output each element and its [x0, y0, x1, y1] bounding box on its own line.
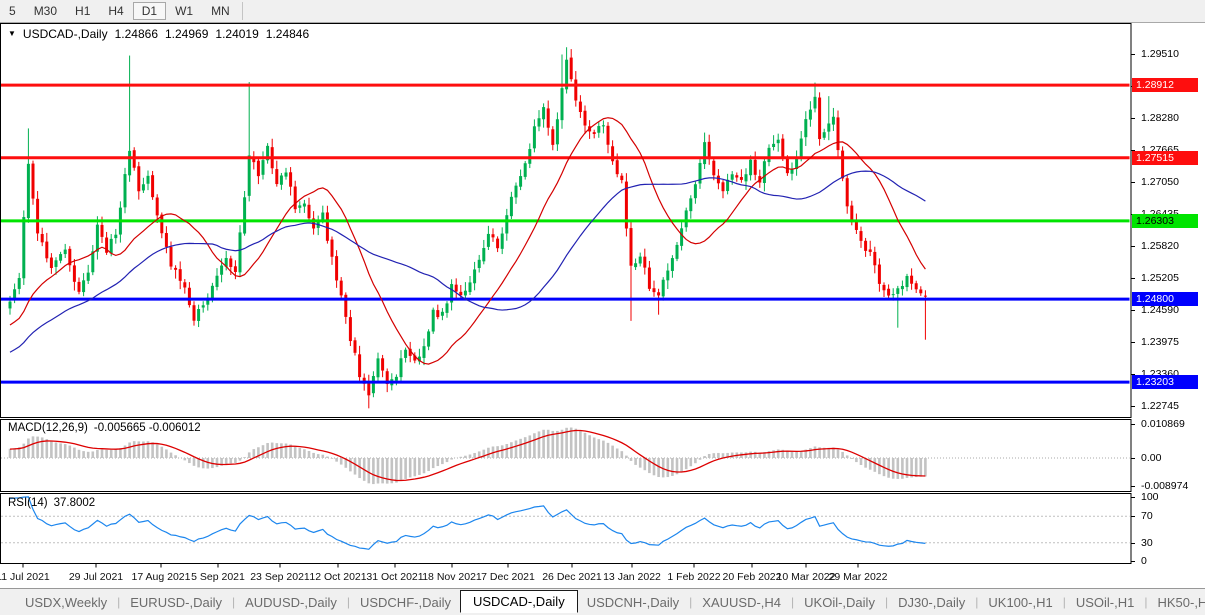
date-axis-label: 29 Jul 2021: [68, 571, 124, 583]
tab-uk100-h1[interactable]: UK100-,H1: [979, 592, 1061, 613]
chevron-down-icon: ▼: [8, 28, 16, 38]
tab-eurusd-daily[interactable]: EURUSD-,Daily: [121, 592, 231, 613]
chart-window[interactable]: ▼ USDCAD-,Daily 1.24866 1.24969 1.24019 …: [0, 23, 1205, 588]
date-axis-label: 29 Mar 2022: [828, 571, 888, 583]
tab-usdx-weekly[interactable]: USDX,Weekly: [16, 592, 116, 613]
ohlc-close: 1.24846: [265, 27, 310, 41]
tab-ukoil-daily[interactable]: UKOil-,Daily: [795, 592, 884, 613]
tab-hk50-h1[interactable]: HK50-,H1: [1148, 592, 1205, 613]
chart-title: ▼ USDCAD-,Daily 1.24866 1.24969 1.24019 …: [8, 27, 309, 41]
toolbar-separator: [241, 2, 243, 20]
date-axis-label: 13 Jan 2022: [603, 571, 661, 583]
price-level-badge: 1.26303: [1132, 213, 1198, 228]
date-axis-label: 5 Sep 2021: [191, 571, 245, 583]
timeframe-button-mn[interactable]: MN: [202, 2, 239, 20]
date-axis-label: 7 Dec 2021: [481, 571, 535, 583]
ohlc-open: 1.24866: [114, 27, 158, 41]
date-axis-label: 11 Jul 2021: [0, 571, 50, 583]
tab-usdcnh-daily[interactable]: USDCNH-,Daily: [578, 592, 688, 613]
price-chart-canvas[interactable]: [0, 23, 1205, 588]
tab-usdcad-daily[interactable]: USDCAD-,Daily: [459, 589, 578, 613]
chart-symbol-label: USDCAD-,Daily: [22, 27, 108, 41]
timeframe-toolbar: 5 M30 H1 H4 D1 W1 MN: [0, 0, 1205, 23]
tab-audusd-daily[interactable]: AUDUSD-,Daily: [236, 592, 346, 613]
tab-xauusd-h4[interactable]: XAUUSD-,H4: [693, 592, 790, 613]
macd-values: -0.005665 -0.006012: [93, 422, 201, 434]
ohlc-low: 1.24019: [215, 27, 259, 41]
symbol-tab-bar: USDX,Weekly | EURUSD-,Daily | AUDUSD-,Daily |…: [0, 588, 1205, 615]
tab-usdchf-daily[interactable]: USDCHF-,Daily: [351, 592, 460, 613]
price-level-badge: 1.24800: [1132, 292, 1198, 307]
price-level-badge: 1.27515: [1132, 150, 1198, 165]
macd-name: MACD(12,26,9): [8, 422, 88, 434]
price-level-badge: 1.28912: [1132, 78, 1198, 93]
tab-dj30-daily[interactable]: DJ30-,Daily: [889, 592, 974, 613]
ohlc-high: 1.24969: [165, 27, 209, 41]
macd-indicator-label: MACD(12,26,9) -0.005665 -0.006012: [8, 422, 201, 434]
timeframe-button-h4[interactable]: H4: [99, 2, 132, 20]
tab-usoil-h1[interactable]: USOil-,H1: [1067, 592, 1144, 613]
rsi-name: RSI(14): [8, 497, 48, 509]
rsi-value: 37.8002: [53, 497, 96, 509]
timeframe-button-d1[interactable]: D1: [132, 2, 167, 20]
timeframe-button-5[interactable]: 5: [0, 2, 25, 20]
price-level-badge: 1.23203: [1132, 375, 1198, 390]
timeframe-button-w1[interactable]: W1: [166, 2, 202, 20]
mt4-terminal: { "toolbar": { "timeframes": ["5", "M30"…: [0, 0, 1205, 615]
rsi-indicator-label: RSI(14) 37.8002: [8, 497, 95, 509]
timeframe-button-m30[interactable]: M30: [25, 2, 66, 20]
timeframe-button-h1[interactable]: H1: [66, 2, 99, 20]
